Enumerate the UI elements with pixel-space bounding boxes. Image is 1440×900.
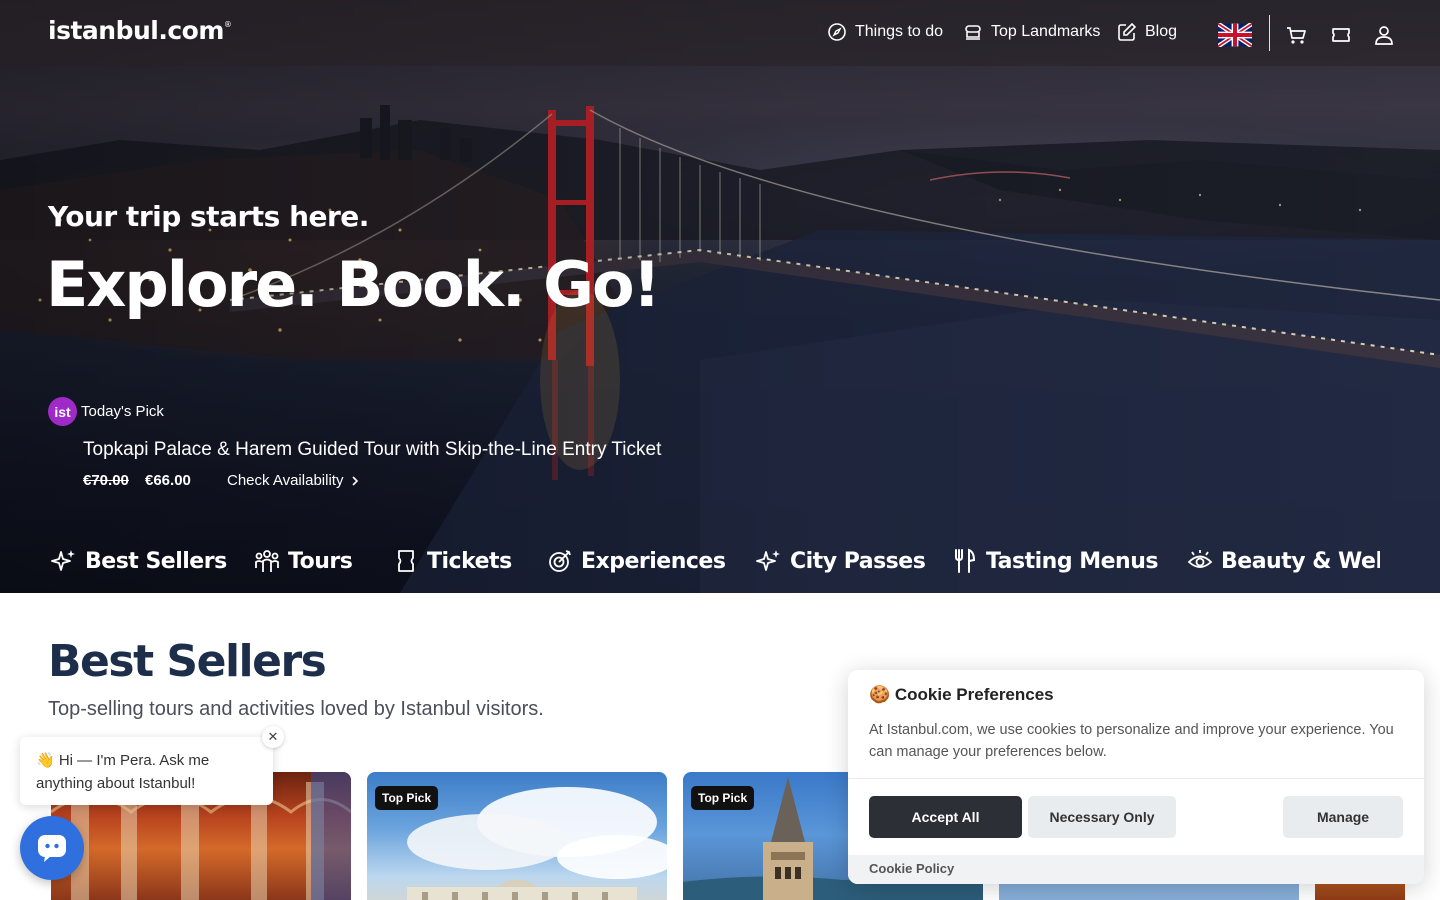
todays-pick-price: €66.00 [145,472,191,489]
category-label: Best Sellers [85,548,227,574]
category-tickets[interactable]: Tickets [393,548,512,574]
eye-icon [1187,550,1213,568]
cookie-divider [848,778,1424,779]
uk-flag-icon[interactable] [1218,23,1252,47]
todays-pick-badge: ist [48,397,77,426]
category-experiences[interactable]: Experiences [547,548,726,574]
hero-tagline: Your trip starts here. [48,200,369,233]
manage-cookies-button[interactable]: Manage [1283,796,1403,838]
sparkles-icon [756,550,780,571]
check-availability-link[interactable]: Check Availability [227,472,359,489]
hero-headline: Explore. Book. Go! [46,248,661,321]
header-divider [1269,15,1270,51]
category-tasting-menus[interactable]: Tasting Menus [952,548,1158,574]
cookie-policy-link[interactable]: Cookie Policy [869,861,954,876]
chevron-right-icon [352,475,359,486]
site-logo[interactable]: istanbul.com® [48,16,232,45]
product-card[interactable]: Top Pick [367,772,667,900]
nav-things-to-do-label: Things to do [855,23,944,40]
category-best-sellers[interactable]: Best Sellers [51,548,227,574]
accept-all-button[interactable]: Accept All [869,796,1022,838]
nav-top-landmarks-label: Top Landmarks [991,23,1101,40]
edit-icon [1118,22,1137,41]
category-label: Experiences [581,548,726,574]
category-tours[interactable]: Tours [254,548,353,574]
todays-pick-title[interactable]: Topkapi Palace & Harem Guided Tour with … [83,439,661,461]
check-availability-label: Check Availability [227,472,344,489]
chat-greeting-bubble[interactable]: 👋 Hi — I'm Pera. Ask me anything about I… [20,737,273,805]
section-subtitle: Top-selling tours and activities loved b… [48,698,544,720]
cookie-description: At Istanbul.com, we use cookies to perso… [869,722,1394,760]
ticket-icon[interactable] [1330,24,1352,46]
utensils-icon [955,548,976,573]
category-city-passes[interactable]: City Passes [756,548,926,574]
todays-pick-label: Today's Pick [81,403,164,420]
chat-close-button[interactable]: ✕ [262,726,284,748]
nav-things-to-do[interactable]: Things to do [827,22,943,42]
chat-launcher-button[interactable] [20,816,84,880]
sparkles-icon [51,550,75,571]
ticket-icon [398,550,414,572]
group-icon [255,550,279,572]
top-pick-badge: Top Pick [375,786,439,810]
category-label: Tickets [427,548,512,574]
chat-icon [38,835,66,862]
nav-blog-label: Blog [1145,23,1178,40]
category-label: Tasting Menus [986,548,1158,574]
category-bar: Best Sellers Tours Tickets Experiences C… [0,540,1380,593]
todays-pick-old-price: €70.00 [83,472,129,489]
cart-icon[interactable] [1285,24,1307,46]
cookie-preferences-panel: 🍪 Cookie Preferences At Istanbul.com, we… [848,670,1424,884]
category-label: Tours [288,548,353,574]
category-label: City Passes [790,548,926,574]
necessary-only-button[interactable]: Necessary Only [1028,796,1176,838]
target-icon [549,550,571,572]
top-pick-badge: Top Pick [691,786,755,810]
compass-icon [828,23,846,41]
category-label: Beauty & Wellness [1221,548,1380,574]
category-beauty-wellness[interactable]: Beauty & Wellness [1187,548,1380,574]
cookie-title: 🍪 Cookie Preferences [869,685,1054,704]
nav-top-landmarks[interactable]: Top Landmarks [963,22,1100,42]
user-icon[interactable] [1373,24,1395,46]
section-title: Best Sellers [48,636,327,687]
nav-blog[interactable]: Blog [1117,22,1177,42]
landmark-icon [965,25,981,40]
